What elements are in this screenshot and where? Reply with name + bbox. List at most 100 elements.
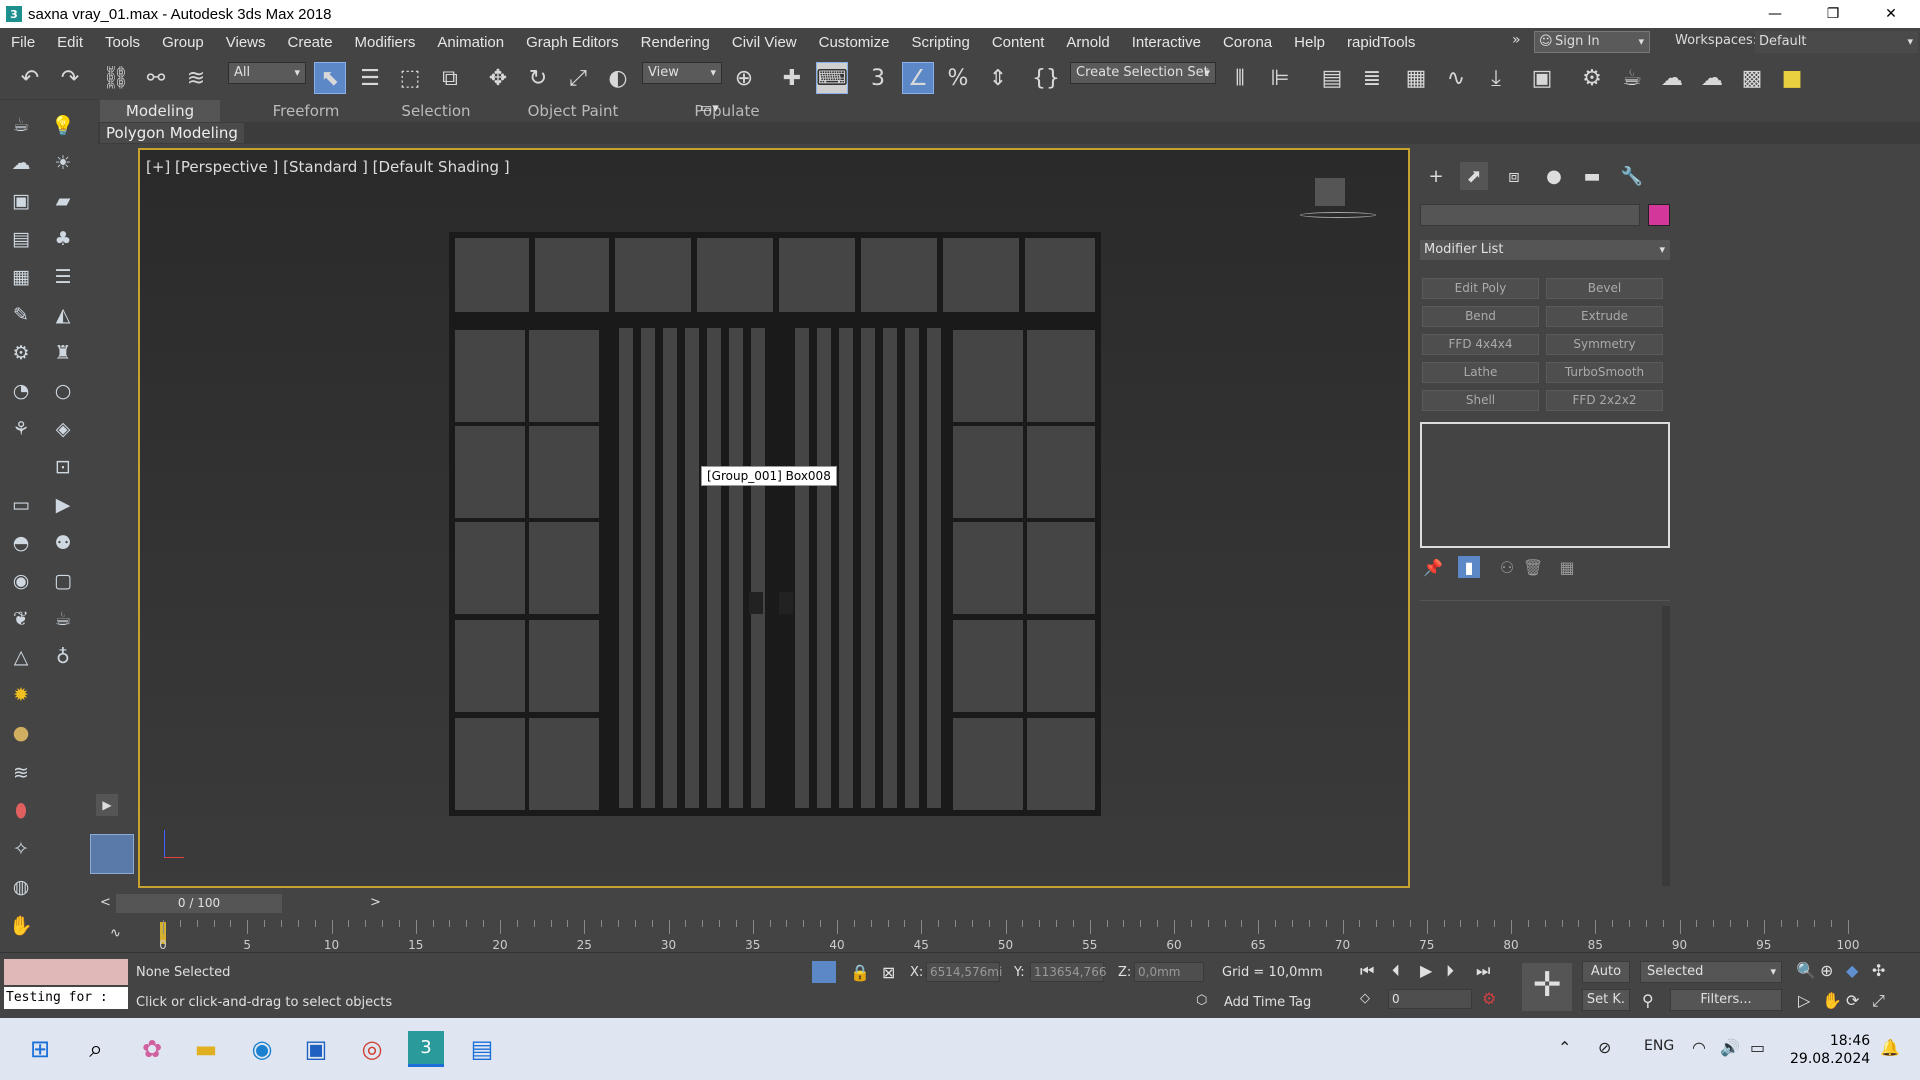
side-pane[interactable] (1027, 426, 1095, 518)
side-pane[interactable] (529, 522, 599, 614)
paint-icon[interactable]: ✎ (8, 302, 34, 328)
y-coordinate-field[interactable]: 113654,766 (1030, 962, 1107, 982)
box-icon[interactable]: ▢ (50, 568, 76, 594)
door-slat[interactable] (641, 328, 655, 808)
maximize-viewport-icon[interactable]: ⤢ (1872, 991, 1885, 1011)
start-menu-icon[interactable]: ⊞ (22, 1031, 58, 1067)
door-handle[interactable] (779, 592, 793, 614)
zoom-extents-all-icon[interactable]: ✣ (1872, 961, 1885, 980)
remove-modifier-icon[interactable]: 🗑 (1522, 556, 1544, 578)
door-slat[interactable] (663, 328, 677, 808)
object-name-field[interactable] (1420, 204, 1640, 226)
teapot-icon[interactable]: ☕ (50, 606, 76, 632)
sign-in-dropdown[interactable]: Sign In (1534, 31, 1650, 53)
side-pane[interactable] (1027, 718, 1095, 810)
menu-help[interactable]: Help (1283, 34, 1336, 51)
select-object-icon[interactable]: ⬉ (314, 62, 346, 94)
menu-customize[interactable]: Customize (808, 34, 901, 51)
next-frame-icon[interactable]: ⏵ (1446, 961, 1454, 981)
selection-region-icon[interactable]: ⬚ (394, 62, 426, 94)
configure-modifier-sets-icon[interactable]: ▦ (1556, 556, 1578, 578)
tab-populate[interactable]: Populate (658, 100, 796, 122)
maxscript-listener[interactable] (4, 959, 128, 985)
viewcube-icon[interactable] (1315, 178, 1345, 206)
image-icon[interactable]: ▣ (8, 188, 34, 214)
zoom-all-icon[interactable]: ⊕ (1820, 961, 1833, 980)
menu-rendering[interactable]: Rendering (630, 34, 721, 51)
orbit-icon[interactable]: ⟳ (1846, 991, 1859, 1010)
door-handle[interactable] (749, 592, 763, 614)
transom-pane[interactable] (535, 238, 609, 312)
scene-explorer-icon[interactable]: ▤ (1316, 62, 1348, 94)
side-pane[interactable] (455, 718, 525, 810)
system-clock[interactable]: 18:46 29.08.2024 (1790, 1032, 1870, 1068)
key-filters-icon[interactable]: ⚲ (1642, 991, 1654, 1010)
bevel-button[interactable]: Bevel (1546, 278, 1663, 299)
current-frame-field[interactable]: 0 (1388, 989, 1472, 1009)
x-coordinate-field[interactable]: 6514,576mi (926, 962, 1002, 982)
time-slider-thumb[interactable]: 0 / 100 (116, 894, 282, 913)
battery-icon[interactable]: ▭ (1750, 1038, 1765, 1057)
menu-animation[interactable]: Animation (426, 34, 515, 51)
film-icon[interactable]: ⚘ (8, 416, 34, 442)
bind-space-warp-icon[interactable]: ≋ (180, 62, 212, 94)
time-tag-icon[interactable]: ⬡ (1196, 993, 1207, 1008)
menu-interactive[interactable]: Interactive (1121, 34, 1212, 51)
side-pane[interactable] (953, 522, 1023, 614)
sphere-icon[interactable]: ◉ (8, 568, 34, 594)
time-prev-button[interactable]: < (100, 895, 111, 910)
window-crossing-icon[interactable]: ⧉ (434, 62, 466, 94)
selection-filter-dropdown[interactable]: All (228, 62, 306, 84)
close-button[interactable]: ✕ (1862, 0, 1920, 28)
search-icon[interactable]: ⌕ (78, 1031, 114, 1067)
camera-rig-icon[interactable]: ⚉ (50, 530, 76, 556)
edge-browser-icon[interactable]: ◉ (244, 1031, 280, 1067)
menu-file[interactable]: File (0, 34, 46, 51)
cloud-icon[interactable]: ☁ (8, 150, 34, 176)
go-to-start-icon[interactable]: ⏮ (1360, 961, 1374, 981)
ffd-4x4x4-button[interactable]: FFD 4x4x4 (1422, 334, 1539, 355)
transom-pane[interactable] (455, 238, 529, 312)
previous-frame-icon[interactable]: ⏴ (1392, 961, 1400, 981)
isolate-selection-icon[interactable] (812, 961, 836, 983)
material-editor-icon[interactable]: ▣ (1526, 62, 1558, 94)
transom-pane[interactable] (615, 238, 691, 312)
transom-pane[interactable] (943, 238, 1019, 312)
add-time-tag[interactable]: Add Time Tag (1224, 995, 1311, 1010)
transom-pane[interactable] (1025, 238, 1095, 312)
render-setup-icon[interactable]: ⚙ (1576, 62, 1608, 94)
render-iterative-icon[interactable]: ☁ (1696, 62, 1728, 94)
side-pane[interactable] (529, 426, 599, 518)
viewcube-ring[interactable] (1300, 212, 1376, 218)
expand-strip-icon[interactable]: ▶ (96, 794, 118, 816)
notifications-icon[interactable]: 🔔 (1880, 1038, 1900, 1057)
menu-tools[interactable]: Tools (94, 34, 151, 51)
lathe-button[interactable]: Lathe (1422, 362, 1539, 383)
menu-arnold[interactable]: Arnold (1055, 34, 1120, 51)
curve-editor-toggle-icon[interactable]: ∿ (110, 926, 121, 941)
tab-freeform[interactable]: Freeform (248, 100, 364, 122)
polygon-modeling-panel[interactable]: Polygon Modeling (100, 123, 244, 143)
tab-selection[interactable]: Selection (376, 100, 496, 122)
select-manipulate-icon[interactable]: ✚ (776, 62, 808, 94)
door-slat[interactable] (839, 328, 853, 808)
move-icon[interactable]: ✥ (482, 62, 514, 94)
side-pane[interactable] (953, 620, 1023, 712)
keyboard-shortcut-override-icon[interactable]: ⌨ (816, 62, 848, 94)
play-icon[interactable]: ▶ (1420, 961, 1432, 980)
motion-tab-icon[interactable]: ● (1540, 162, 1568, 190)
door-slat[interactable] (619, 328, 633, 808)
side-pane[interactable] (1027, 330, 1095, 422)
curve-editor-icon[interactable]: ∿ (1440, 62, 1472, 94)
pan-view-icon[interactable]: ✋ (1822, 991, 1842, 1010)
sun-icon[interactable]: ☀ (50, 150, 76, 176)
menu-modifiers[interactable]: Modifiers (344, 34, 427, 51)
modify-tab-icon[interactable]: ⬈ (1460, 162, 1488, 190)
menu-create[interactable]: Create (277, 34, 344, 51)
schematic-view-icon[interactable]: ⤓ (1480, 62, 1512, 94)
gear-settings-icon[interactable]: ⚙ (8, 340, 34, 366)
menu-civil-view[interactable]: Civil View (721, 34, 808, 51)
plant-icon[interactable]: ❦ (8, 606, 34, 632)
side-pane[interactable] (953, 718, 1023, 810)
extrude-button[interactable]: Extrude (1546, 306, 1663, 327)
